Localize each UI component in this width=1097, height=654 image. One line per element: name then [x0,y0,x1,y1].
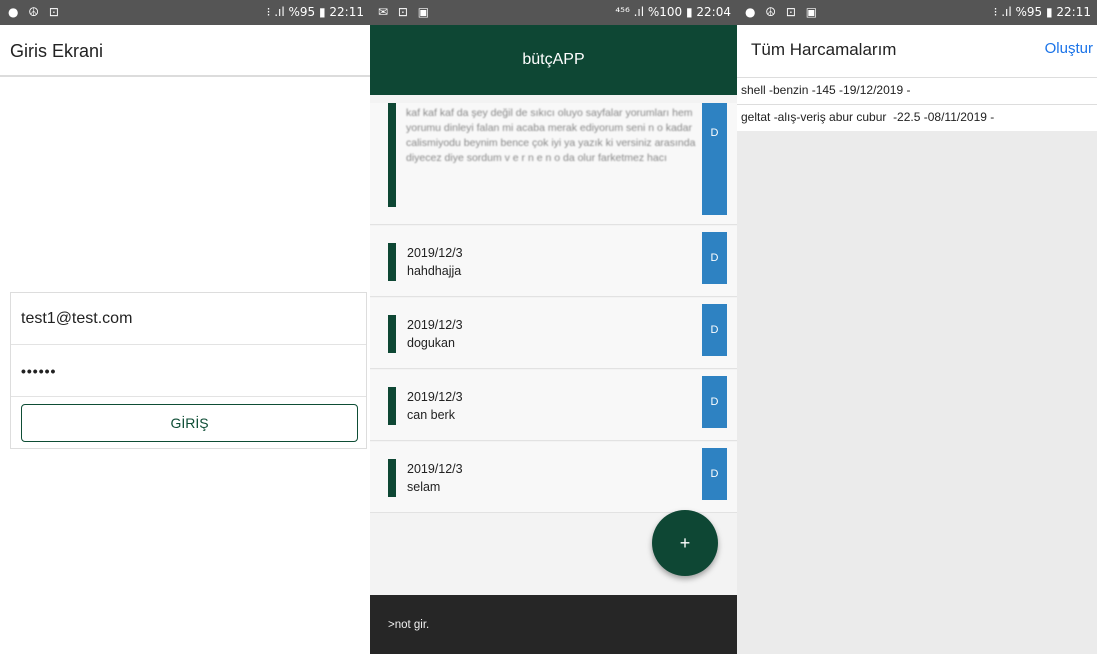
login-form: test1@test.com •••••• GİRİŞ [10,292,367,449]
note-accent-bar [388,103,396,207]
status-icons-right: ⁝ .ıl %95 ▮ 22:11 [266,5,364,19]
note-accent-bar [388,387,396,425]
note-card[interactable]: 2019/12/3 dogukan D [370,298,737,369]
page-title: Giris Ekrani [10,41,104,61]
note-date: 2019/12/3 [407,318,463,332]
notes-screen: ✉ ⊡ ▣ ⁴⁵⁶ .ıl %100 ▮ 22:04 bütçAPP kaf k… [370,0,737,654]
status-bar: ● ☮ ⊡ ⁝ .ıl %95 ▮ 22:11 [0,0,370,25]
app-bar: Giris Ekrani [0,25,370,77]
note-input[interactable]: >not gir. [388,619,429,631]
status-icons-left: ● ☮ ⊡ [8,5,62,19]
app-title: bütçAPP [522,51,585,68]
expense-row[interactable]: shell -benzin -145 -19/12/2019 - [737,77,1097,104]
note-text: can berk [407,408,455,422]
note-text: dogukan [407,336,455,350]
note-text: kaf kaf kaf da şey değil de sıkıcı oluyo… [406,107,696,164]
status-bar: ● ☮ ⊡ ▣ ⁝ .ıl %95 ▮ 22:11 [737,0,1097,25]
create-button[interactable]: Oluştur [1045,40,1093,57]
note-card[interactable]: 2019/12/3 selam D [370,442,737,513]
status-icons-right: ⁴⁵⁶ .ıl %100 ▮ 22:04 [615,5,731,19]
note-accent-bar [388,459,396,497]
note-date: 2019/12/3 [407,390,463,404]
page-title: Tüm Harcamalarım [751,40,897,59]
add-note-button[interactable]: + [652,510,718,576]
note-text: hahdhajja [407,264,462,278]
expense-row[interactable]: geltat -alış-veriş abur cubur -22.5 -08/… [737,104,1097,131]
delete-button[interactable]: D [702,304,727,356]
delete-button[interactable]: D [702,448,727,500]
note-card[interactable]: 2019/12/3 hahdhajja D [370,226,737,297]
password-field[interactable]: •••••• [11,345,366,397]
delete-button[interactable]: D [702,103,727,215]
note-text: selam [407,480,441,494]
status-icons-right: ⁝ .ıl %95 ▮ 22:11 [993,5,1091,19]
note-date: 2019/12/3 [407,462,463,476]
note-accent-bar [388,315,396,353]
note-date: 2019/12/3 [407,246,463,260]
delete-button[interactable]: D [702,376,727,428]
note-input-bar[interactable]: >not gir. [370,595,737,654]
login-button[interactable]: GİRİŞ [21,404,358,442]
app-bar: Tüm Harcamalarım Oluştur [737,25,1097,77]
app-bar: bütçAPP [370,25,737,95]
note-card[interactable]: 2019/12/3 can berk D [370,370,737,441]
delete-button[interactable]: D [702,232,727,284]
email-field[interactable]: test1@test.com [11,293,366,345]
status-icons-left: ● ☮ ⊡ ▣ [745,5,821,19]
note-card[interactable]: kaf kaf kaf da şey değil de sıkıcı oluyo… [370,103,737,225]
login-screen: ● ☮ ⊡ ⁝ .ıl %95 ▮ 22:11 Giris Ekrani tes… [0,0,370,654]
status-icons-left: ✉ ⊡ ▣ [378,5,433,19]
note-accent-bar [388,243,396,281]
expenses-screen: ● ☮ ⊡ ▣ ⁝ .ıl %95 ▮ 22:11 Tüm Harcamalar… [737,0,1097,654]
status-bar: ✉ ⊡ ▣ ⁴⁵⁶ .ıl %100 ▮ 22:04 [370,0,737,25]
